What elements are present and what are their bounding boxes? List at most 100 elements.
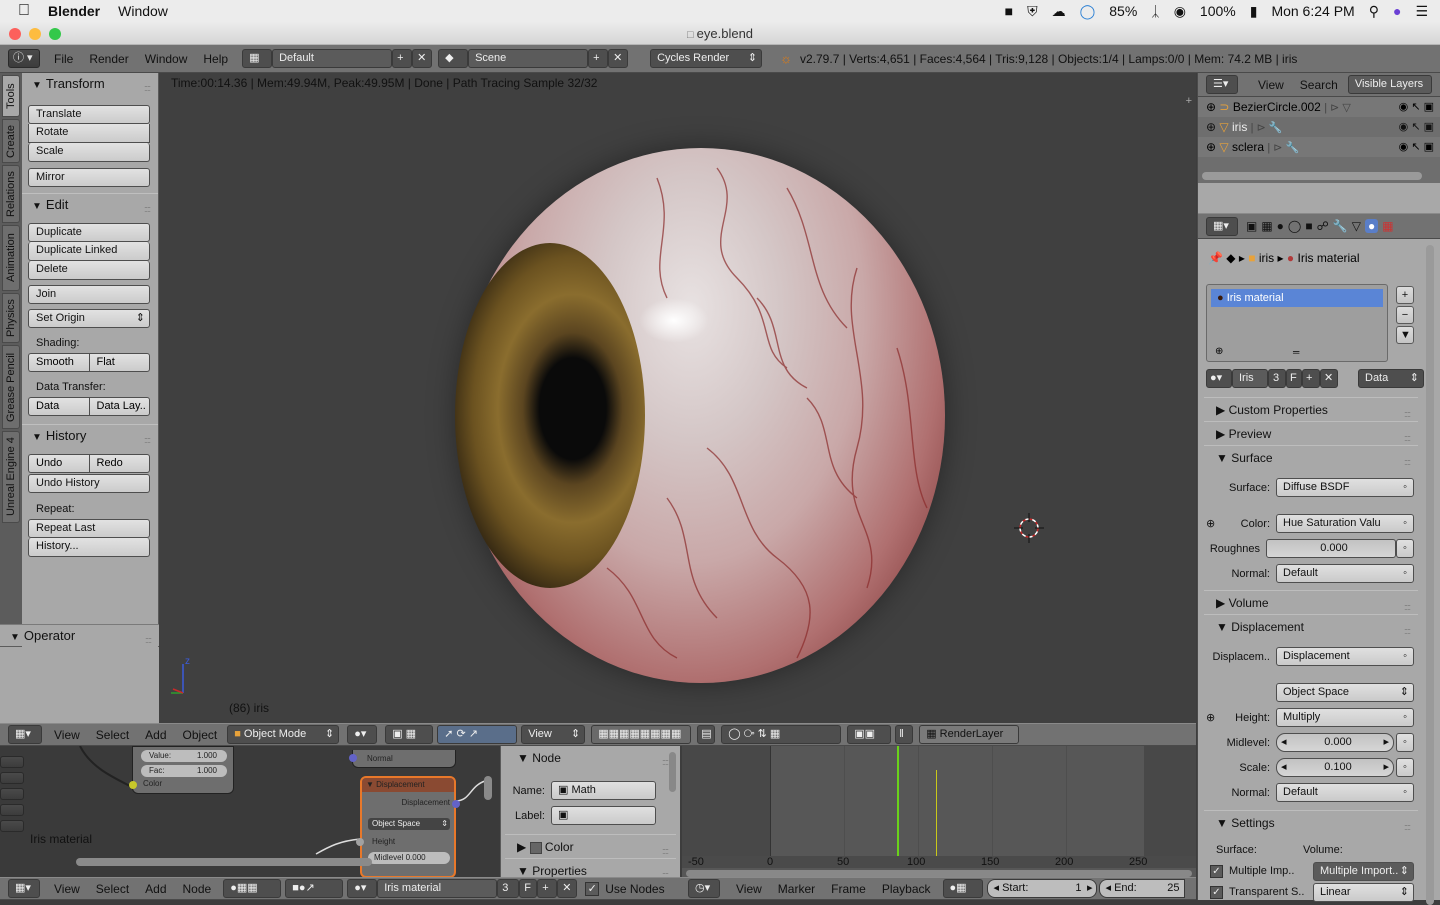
material-tab-icon[interactable]: ● — [1364, 219, 1379, 233]
current-frame-indicator[interactable] — [897, 746, 899, 856]
material-slot-row[interactable]: ● Iris material — [1211, 289, 1383, 307]
decrement-arrow-icon[interactable]: ◂ — [1281, 759, 1287, 776]
scale-link-icon[interactable]: ◦ — [1396, 758, 1414, 777]
normal-socket[interactable] — [349, 754, 357, 762]
roughness-slider[interactable]: 0.000 — [1266, 539, 1396, 558]
playback-menu[interactable]: Playback — [874, 875, 939, 903]
node-view-menu[interactable]: View — [46, 875, 88, 903]
expand-input-icon[interactable]: ⊕ — [1206, 711, 1218, 724]
layers-grid[interactable]: ▦▦▦▦▦▦▦▦ — [591, 725, 692, 744]
editor-type-properties-icon[interactable]: ▦▾ — [1206, 216, 1238, 236]
node-panel-header[interactable]: ▼ Node:::: — [505, 746, 676, 770]
visibility-icons[interactable]: ◉ ↖ ▣ — [1399, 117, 1434, 137]
vertical-scrollbar[interactable] — [669, 752, 676, 792]
tab-physics[interactable]: Physics — [2, 293, 20, 343]
outliner-row[interactable]: ⊕ ▽ sclera | ⊳ 🔧 ◉ ↖ ▣ — [1198, 137, 1440, 157]
interpolation-dropdown[interactable]: Linear ⇕ — [1313, 882, 1414, 902]
pivot-point-icon[interactable]: ▣ ▦ — [385, 725, 434, 744]
expand-input-icon[interactable]: ⊕ — [1206, 517, 1218, 530]
drag-grip-icon[interactable]: :::: — [144, 77, 151, 99]
material-name-field[interactable]: Iris material — [377, 879, 498, 898]
color-checkbox[interactable] — [529, 841, 542, 854]
settings-header[interactable]: ▼ Settings:::: — [1204, 810, 1418, 834]
timeline[interactable]: -50 0 50 100 150 200 250 — [682, 746, 1196, 878]
color-input-field[interactable]: Hue Saturation Valu ◦ — [1276, 514, 1414, 533]
decrement-arrow-icon[interactable]: ◂ — [1281, 734, 1287, 751]
material-name-field[interactable]: Iris — [1232, 369, 1268, 388]
increment-arrow-icon[interactable]: ▸ — [1087, 880, 1093, 897]
render-engine-dropdown[interactable]: Cycles Render ⇕ — [650, 49, 763, 68]
displacement-header[interactable]: ▼ Displacement:::: — [1204, 614, 1418, 638]
material-browse-icon[interactable]: ●▾ — [1206, 369, 1232, 388]
list-resize-grip[interactable]: ═ — [1293, 347, 1299, 357]
scene-remove-icon[interactable]: ✕ — [608, 49, 629, 68]
displacement-input-field[interactable]: Displacement ◦ — [1276, 647, 1414, 666]
node-editor[interactable]: Value: 1.000 Fac: 1.000 Color Normal ▼ Dis… — [0, 746, 500, 878]
transparent-shadows-checkbox[interactable]: ✓ — [1210, 885, 1223, 899]
menu-render[interactable]: Render — [81, 45, 136, 73]
displacement-output-socket[interactable] — [452, 800, 460, 808]
region-expand-icon[interactable]: + — [1186, 95, 1192, 107]
outliner-row[interactable]: ⊕ ▽ iris | ⊳ 🔧 ◉ ↖ ▣ — [1198, 117, 1440, 137]
editor-type-node-icon[interactable]: ▦▾ — [8, 879, 40, 898]
height-input-field[interactable]: Multiply ◦ — [1276, 708, 1414, 727]
pause-render-icon[interactable]: ‖ — [895, 725, 914, 744]
expand-plus-icon[interactable]: ⊕ — [1206, 100, 1216, 114]
redo-button[interactable]: Redo — [88, 454, 150, 473]
tab-tools[interactable]: Tools — [2, 75, 20, 117]
shield-icon[interactable]: ⛨ — [1027, 3, 1038, 20]
drag-grip-icon[interactable]: :::: — [144, 429, 151, 451]
spotlight-icon[interactable]: ⚲ — [1369, 3, 1379, 20]
3d-cursor-icon[interactable] — [1014, 513, 1044, 543]
smooth-button[interactable]: Smooth — [28, 353, 89, 372]
snap-proportional-icons[interactable]: ◯ ⧂ ⇅ ▦ — [721, 725, 842, 744]
data-layers-button[interactable]: Data Lay.. — [88, 397, 150, 416]
menu-file[interactable]: File — [46, 45, 81, 73]
layout-name-field[interactable]: Default — [272, 49, 393, 68]
roughness-link-icon[interactable]: ◦ — [1396, 539, 1414, 558]
space-dropdown[interactable]: Object Space ⇕ — [1276, 683, 1414, 702]
sync-icon[interactable]: ◯ — [1080, 3, 1096, 20]
material-link-dropdown[interactable]: Data ⇕ — [1358, 369, 1424, 388]
select-menu[interactable]: Select — [88, 721, 137, 749]
displacement-node-header[interactable]: ▼ Displacement — [362, 778, 454, 792]
start-frame-field[interactable]: ◂ Start: 1 ▸ — [986, 879, 1097, 898]
bluetooth-icon[interactable]: ᛣ — [1151, 3, 1159, 19]
panel-edit-header[interactable]: ▼ Edit:::: — [22, 193, 158, 215]
marker-menu[interactable]: Marker — [770, 875, 823, 903]
outliner-row[interactable]: ⊕ ⊃ BezierCircle.002 | ⊳ ▽ ◉ ↖ ▣ — [1198, 97, 1440, 117]
math-node[interactable]: Value: 1.000 Fac: 1.000 Color — [129, 746, 234, 794]
shader-type-icons[interactable]: ■●↗ — [285, 879, 344, 898]
panel-operator-header[interactable]: ▼ Operator:::: — [0, 624, 159, 646]
disp-normal-input-field[interactable]: Default ◦ — [1276, 783, 1414, 802]
zoom-window-icon[interactable] — [49, 28, 61, 40]
siri-icon[interactable]: ● — [1393, 3, 1401, 19]
visibility-icons[interactable]: ◉ ↖ ▣ — [1399, 137, 1434, 157]
list-filter-icon[interactable]: ⊕ — [1215, 346, 1223, 357]
slot-menu-icon[interactable]: ▼ — [1396, 326, 1414, 344]
drag-grip-icon[interactable]: :::: — [144, 198, 151, 220]
horizontal-scrollbar[interactable] — [1202, 172, 1422, 180]
translate-button[interactable]: Translate — [28, 105, 150, 124]
material-add-icon[interactable]: + — [537, 879, 558, 898]
fake-user-button[interactable]: F — [519, 879, 538, 898]
scale-number-field[interactable]: ◂ 0.100 ▸ — [1276, 758, 1394, 777]
manipulator-icons[interactable]: ➚ ⟳ ↗ — [437, 725, 518, 744]
volume-header[interactable]: ▶ Volume:::: — [1204, 590, 1418, 614]
keyframe-marker[interactable] — [936, 770, 937, 856]
expand-plus-icon[interactable]: ⊕ — [1206, 120, 1216, 134]
preview-header[interactable]: ▶ Preview:::: — [1204, 421, 1418, 445]
menu-help[interactable]: Help — [195, 45, 236, 73]
material-slots-list[interactable]: ● Iris material ⊕ ═ — [1206, 284, 1388, 362]
transform-orientation-dropdown[interactable]: View ⇕ — [521, 725, 586, 744]
end-frame-field[interactable]: ◂ End: 25 — [1098, 879, 1185, 898]
value-field[interactable]: Value: 1.000 — [141, 750, 227, 762]
history-button[interactable]: History... — [28, 538, 150, 557]
3d-viewport[interactable]: Time:00:14.36 | Mem:49.94M, Peak:49.95M … — [159, 73, 1196, 723]
color-socket[interactable] — [129, 781, 137, 789]
increment-arrow-icon[interactable]: ▸ — [1383, 759, 1389, 776]
increment-arrow-icon[interactable]: ▸ — [1383, 734, 1389, 751]
lock-layers-icon[interactable]: ▤ — [697, 725, 716, 744]
panel-history-header[interactable]: ▼ History:::: — [22, 424, 158, 446]
midlevel-link-icon[interactable]: ◦ — [1396, 733, 1414, 752]
